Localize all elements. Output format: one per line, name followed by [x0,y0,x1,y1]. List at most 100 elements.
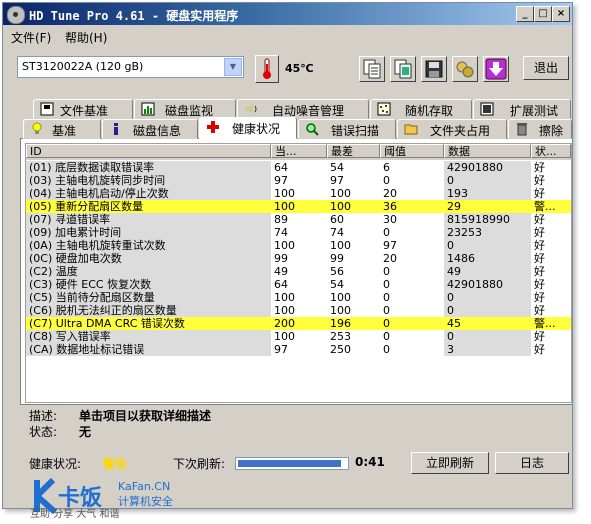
copy-text-icon [363,59,381,79]
exit-button[interactable]: 退出 [523,56,569,80]
title-bar[interactable]: HD Tune Pro 4.61 - 硬盘实用程序 _ □ × [3,3,572,25]
table-row[interactable]: (01) 底层数据读取错误率 64 54 6 42901880 好 [26,161,571,174]
cell-threshold: 30 [383,213,397,226]
close-button[interactable]: × [552,6,570,22]
chevron-down-icon[interactable]: ▼ [224,58,242,76]
table-row[interactable]: (C3) 硬件 ECC 恢复次数 64 54 0 42901880 好 [26,278,571,291]
cell-current: 74 [274,226,288,239]
cell-status: 好 [534,226,545,239]
cell-threshold: 0 [383,226,390,239]
cell-current: 89 [274,213,288,226]
tab-error-scan[interactable]: 错误扫描 [298,119,396,139]
table-row[interactable]: (03) 主轴电机旋转同步时间 97 97 0 0 好 [26,174,571,187]
tab-benchmark[interactable]: 基准 [23,119,101,139]
temperature-icon [255,55,279,83]
tab-label: 随机存取 [405,104,454,118]
cell-current: 64 [274,161,288,174]
copy-screenshot-button[interactable] [390,56,416,82]
log-button[interactable]: 日志 [495,452,569,474]
tab-random-access[interactable]: 随机存取 [370,99,472,119]
cell-current: 100 [274,291,295,304]
menu-help[interactable]: 帮助(H) [65,29,107,46]
cell-id: (04) 主轴电机启动/停止次数 [26,187,271,200]
refresh-countdown: 0:41 [355,455,385,469]
cell-status: 好 [534,291,545,304]
info-icon [114,123,118,135]
table-row[interactable]: (C6) 脱机无法纠正的扇区数量 100 100 0 0 好 [26,304,571,317]
cell-worst: 54 [330,278,344,291]
cell-status: 好 [534,239,545,252]
window-title: HD Tune Pro 4.61 - 硬盘实用程序 [29,9,239,23]
table-row[interactable]: (0C) 硬盘加电次数 99 99 20 1486 好 [26,252,571,265]
table-row[interactable]: (09) 加电累计时间 74 74 0 23253 好 [26,226,571,239]
disk-monitor-icon [141,102,155,116]
minimize-button[interactable]: _ [516,6,534,22]
cell-current: 99 [274,252,288,265]
next-refresh-label: 下次刷新: [173,457,226,471]
cell-status: 警... [534,317,556,330]
table-row[interactable]: (07) 寻道错误率 89 60 30 815918990 好 [26,213,571,226]
tab-disk-monitor[interactable]: 磁盘监视 [134,99,236,119]
table-row[interactable]: (C7) Ultra DMA CRC 错误次数 200 196 0 45 警... [26,317,571,330]
cell-status: 好 [534,161,545,174]
cell-status: 好 [534,304,545,317]
tab-erase[interactable]: 擦除 [508,119,572,139]
health-status-label: 健康状况: [29,457,82,471]
magnifier-icon [306,123,319,136]
menu-file[interactable]: 文件(F) [11,29,51,46]
tab-row-top: 文件基准 磁盘监视 自动噪音管理 随机存取 扩展测试 [3,99,572,119]
tab-health[interactable]: 健康状况 [199,117,297,139]
tab-file-benchmark[interactable]: 文件基准 [33,99,133,119]
cell-data: 42901880 [444,161,531,174]
cell-data: 49 [444,265,531,278]
download-icon [485,58,507,80]
table-row[interactable]: (04) 主轴电机启动/停止次数 100 100 20 193 好 [26,187,571,200]
drive-dropdown[interactable]: ST3120022A (120 gB) ▼ [17,56,244,78]
tab-extra-tests[interactable]: 扩展测试 [473,99,571,119]
cell-worst: 100 [330,200,351,213]
table-row[interactable]: (C8) 写入错误率 100 253 0 0 好 [26,330,571,343]
maximize-button[interactable]: □ [534,6,552,22]
column-header-threshold[interactable]: 阈值 [380,144,444,158]
column-header-id[interactable]: ID [26,144,271,158]
column-header-status[interactable]: 状... [531,144,571,158]
cell-data: 193 [444,187,531,200]
table-row[interactable]: (C5) 当前待分配扇区数量 100 100 0 0 好 [26,291,571,304]
options-button[interactable] [452,56,478,82]
cell-id: (C7) Ultra DMA CRC 错误次数 [26,317,271,330]
tab-disk-info[interactable]: 磁盘信息 [102,119,198,139]
cell-threshold: 97 [383,239,397,252]
table-row[interactable]: (0A) 主轴电机旋转重试次数 100 100 97 0 好 [26,239,571,252]
cell-status: 好 [534,265,545,278]
cell-status: 好 [534,278,545,291]
cell-threshold: 20 [383,252,397,265]
column-header-worst[interactable]: 最差 [327,144,380,158]
table-row[interactable]: (C2) 温度 49 56 0 49 好 [26,265,571,278]
smart-table[interactable]: ID 当... 最差 阈值 数据 状... (01) 底层数据读取错误率 64 54… [25,143,572,403]
health-status-value: 警告 [103,457,128,471]
table-row[interactable]: (CA) 数据地址标记错误 97 250 0 3 好 [26,343,571,356]
cell-id: (01) 底层数据读取错误率 [26,161,271,174]
table-row[interactable]: (05) 重新分配扇区数量 100 100 36 29 警... [26,200,571,213]
cell-worst: 54 [330,161,344,174]
cell-worst: 100 [330,291,351,304]
tab-label: 基准 [52,124,77,138]
cell-worst: 250 [330,343,351,356]
save-button[interactable] [421,56,447,82]
cell-data: 1486 [444,252,531,265]
copy-text-button[interactable] [359,56,385,82]
column-header-current[interactable]: 当... [271,144,327,158]
cell-id: (CA) 数据地址标记错误 [26,343,271,356]
trash-icon [517,123,527,136]
tab-folder-usage[interactable]: 文件夹占用 [397,119,507,139]
download-button[interactable] [483,56,509,82]
refresh-now-button[interactable]: 立即刷新 [411,452,489,474]
description-label: 描述: [29,409,58,423]
cell-current: 200 [274,317,295,330]
state-row: 状态: 无 [29,423,91,440]
tab-noise-management[interactable]: 自动噪音管理 [237,99,369,119]
tab-label: 错误扫描 [331,124,380,138]
cell-threshold: 0 [383,317,390,330]
column-header-data[interactable]: 数据 [444,144,531,158]
state-label: 状态: [29,425,58,439]
